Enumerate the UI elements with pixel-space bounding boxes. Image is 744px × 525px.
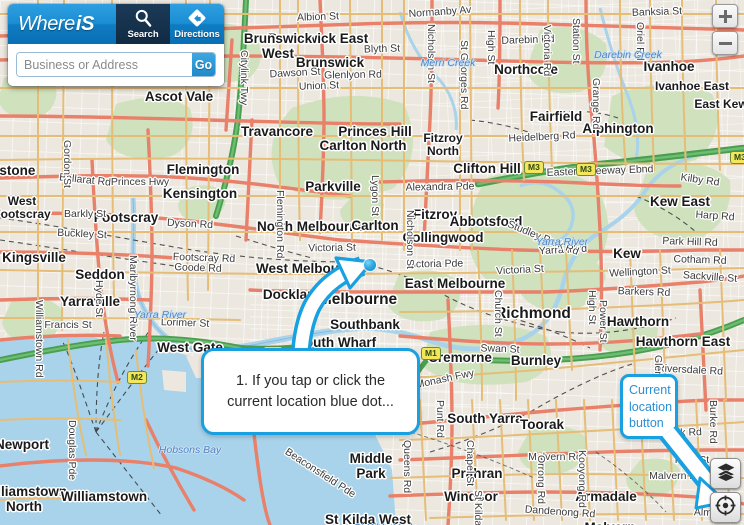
zoom-in-button[interactable]: [712, 4, 738, 28]
map-layers-button[interactable]: [710, 458, 741, 489]
side-callout-line-3: button: [629, 416, 664, 430]
minus-icon: [718, 41, 732, 45]
widget-body: Go: [8, 44, 224, 86]
search-row: Go: [16, 52, 216, 77]
zoom-out-button[interactable]: [712, 31, 738, 55]
tab-directions[interactable]: Directions: [170, 4, 224, 44]
zoom-controls: [712, 4, 738, 55]
magnifier-icon: [133, 8, 153, 28]
current-location-blue-dot[interactable]: [364, 259, 376, 271]
map-application: Brunswick East Brunswick Northcote Ivanhoe I…: [0, 0, 744, 525]
tab-search-label: Search: [127, 29, 159, 40]
tab-directions-label: Directions: [174, 29, 220, 40]
widget-header: Where iS Search Directions: [8, 4, 224, 44]
plus-icon-vertical: [723, 9, 727, 23]
location-button-callout-bubble: Current location button: [620, 374, 678, 439]
instruction-callout-text: 1. If you tap or click the current locat…: [217, 371, 404, 412]
side-callout-line-2: location: [629, 399, 673, 414]
whereis-logo[interactable]: Where iS: [8, 4, 116, 44]
callout-line-1: 1. If you tap or click the: [235, 372, 386, 389]
directions-diamond-icon: [187, 8, 207, 28]
side-callout-line-1: Current: [629, 383, 671, 397]
current-location-crosshair-icon: [715, 495, 736, 521]
logo-text-where: Where: [18, 12, 75, 35]
map-tool-buttons: [710, 458, 741, 523]
current-location-button[interactable]: [710, 492, 741, 523]
search-input[interactable]: [17, 53, 192, 76]
location-button-callout-text: Current location button: [629, 382, 673, 432]
go-button[interactable]: Go: [192, 53, 215, 76]
callout-line-2: current location blue dot...: [227, 393, 394, 410]
logo-text-is: iS: [75, 12, 95, 35]
tab-search[interactable]: Search: [116, 4, 170, 44]
map-layers-icon: [716, 461, 736, 486]
search-widget: Where iS Search Directions Business or A…: [8, 4, 224, 86]
instruction-callout-bubble: 1. If you tap or click the current locat…: [201, 348, 420, 435]
